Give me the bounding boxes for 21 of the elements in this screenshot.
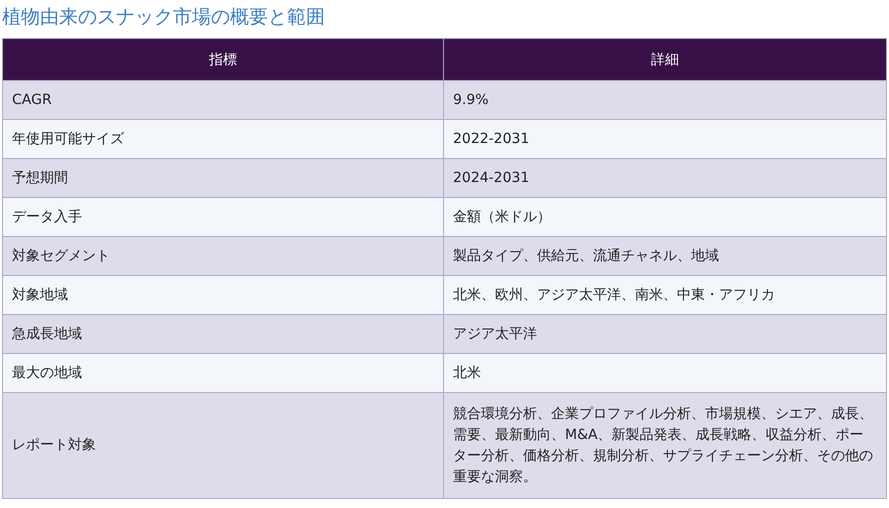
table-cell: 北米、欧州、アジア太平洋、南米、中東・アフリカ <box>444 276 886 314</box>
table-cell: 北米 <box>444 354 886 392</box>
table-cell: レポート対象 <box>2 392 444 498</box>
table-cell: 最大の地域 <box>2 354 444 392</box>
table-cell: データ入手 <box>2 198 444 236</box>
table-cell: 9.9% <box>444 80 886 120</box>
table-cell: 対象セグメント <box>2 236 444 276</box>
column-header: 詳細 <box>444 38 886 80</box>
table-cell: 金額（米ドル） <box>444 198 886 236</box>
table-cell: 対象地域 <box>2 276 444 314</box>
table-cell: 製品タイプ、供給元、流通チャネル、地域 <box>444 236 886 276</box>
table-cell: アジア太平洋 <box>444 314 886 354</box>
table-cell: CAGR <box>2 80 444 120</box>
table-cell: 2024-2031 <box>444 158 886 198</box>
table-cell: 急成長地域 <box>2 314 444 354</box>
table-cell: 年使用可能サイズ <box>2 120 444 158</box>
column-header: 指標 <box>2 38 444 80</box>
table-cell: 競合環境分析、企業プロファイル分析、市場規模、シエア、成長、需要、最新動向、M&A、新製品発表、成長戦略、収益分析、ポーター分析、価格分析、規制分析、サプライチェーン分析、その他の重要な洞察。 <box>444 392 886 498</box>
page-title: 植物由来のスナック市場の概要と範囲 <box>2 5 325 30</box>
table-cell: 2022-2031 <box>444 120 886 158</box>
table-cell: 予想期間 <box>2 158 444 198</box>
